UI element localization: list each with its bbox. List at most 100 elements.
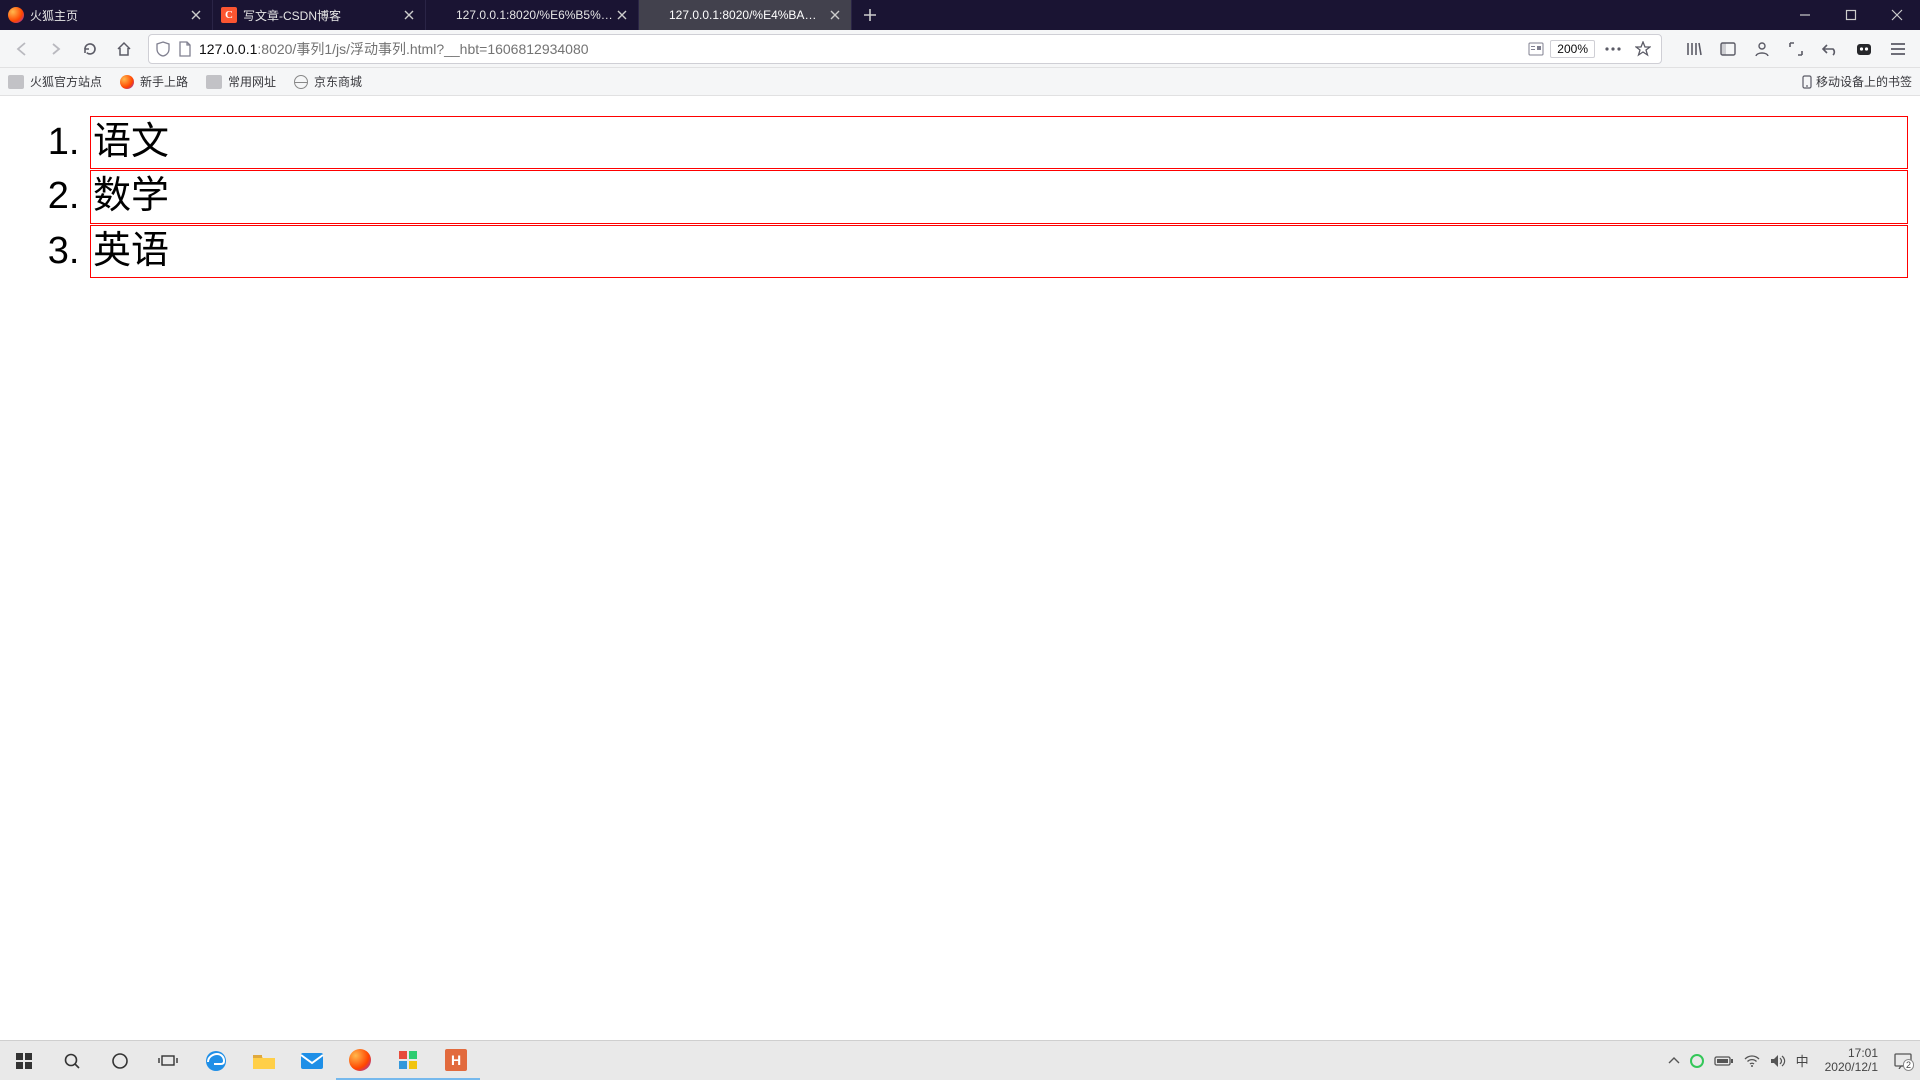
bookmark-label: 常用网址 (228, 73, 276, 90)
list-item-text: 英语 (93, 230, 169, 272)
tab-label: 127.0.0.1:8020/%E4%BA%8B%E5 (669, 8, 827, 22)
app-generic-1[interactable] (384, 1041, 432, 1080)
close-icon[interactable] (401, 7, 417, 23)
tab-local-2-active[interactable]: 127.0.0.1:8020/%E4%BA%8B%E5 (639, 0, 852, 30)
zoom-value: 200% (1557, 42, 1588, 56)
reader-icon[interactable] (1528, 42, 1544, 56)
tray-wifi-icon[interactable] (1744, 1055, 1760, 1067)
back-button[interactable] (6, 34, 38, 64)
folder-icon (206, 75, 222, 89)
mobile-bookmarks-label: 移动设备上的书签 (1816, 73, 1912, 90)
hbuilder-icon: H (445, 1049, 467, 1071)
url-path: :8020/事列1/js/浮动事列.html?__hbt=16068129340… (257, 41, 588, 57)
navigation-bar: 127.0.0.1:8020/事列1/js/浮动事列.html?__hbt=16… (0, 30, 1920, 68)
firefox-icon (8, 7, 24, 23)
tray-chevron-icon[interactable] (1668, 1057, 1680, 1065)
bookmarks-bar: 火狐官方站点 新手上路 常用网址 京东商城 移动设备上的书签 (0, 68, 1920, 96)
toolbar-right (1678, 34, 1914, 64)
tray-notifications-icon[interactable]: 2 (1894, 1053, 1912, 1069)
bookmark-label: 京东商城 (314, 73, 362, 90)
tab-csdn[interactable]: C 写文章-CSDN博客 (213, 0, 426, 30)
titlebar: 火狐主页 C 写文章-CSDN博客 127.0.0.1:8020/%E6%B5%… (0, 0, 1920, 30)
list-item-text: 数学 (93, 175, 169, 217)
reload-button[interactable] (74, 34, 106, 64)
firefox-icon (120, 75, 134, 89)
bookmark-label: 火狐官方站点 (30, 73, 102, 90)
hbuilder-app[interactable]: H (432, 1041, 480, 1080)
account-icon[interactable] (1746, 34, 1778, 64)
edge-app[interactable] (192, 1041, 240, 1080)
cortana-button[interactable] (96, 1041, 144, 1080)
tray-clock[interactable]: 17:01 2020/12/1 (1819, 1047, 1884, 1075)
extension-icon[interactable] (1848, 34, 1880, 64)
firefox-app[interactable] (336, 1041, 384, 1080)
library-icon[interactable] (1678, 34, 1710, 64)
url-host: 127.0.0.1 (199, 41, 257, 57)
tab-label: 火狐主页 (30, 7, 188, 24)
tab-label: 127.0.0.1:8020/%E6%B5%AE%E5 (456, 8, 614, 22)
minimize-button[interactable] (1782, 0, 1828, 30)
screenshot-icon[interactable] (1780, 34, 1812, 64)
bookmark-item-getting-started[interactable]: 新手上路 (120, 73, 188, 90)
mail-icon (300, 1049, 324, 1073)
close-window-button[interactable] (1874, 0, 1920, 30)
bookmark-label: 新手上路 (140, 73, 188, 90)
page-viewport: 语文 数学 英语 (0, 96, 1920, 1040)
notif-badge: 2 (1903, 1059, 1914, 1071)
task-view-button[interactable] (144, 1041, 192, 1080)
app-menu-icon[interactable] (1882, 34, 1914, 64)
clock-date: 2020/12/1 (1825, 1061, 1878, 1075)
new-tab-button[interactable] (852, 0, 888, 30)
system-tray: 中 17:01 2020/12/1 2 (1668, 1047, 1920, 1075)
tray-battery-icon[interactable] (1714, 1055, 1734, 1067)
forward-button[interactable] (40, 34, 72, 64)
undo-close-tab-icon[interactable] (1814, 34, 1846, 64)
home-button[interactable] (108, 34, 140, 64)
list-item: 语文 (90, 116, 1908, 169)
mobile-bookmarks[interactable]: 移动设备上的书签 (1802, 73, 1912, 90)
edge-icon (204, 1049, 228, 1073)
search-button[interactable] (48, 1041, 96, 1080)
clock-time: 17:01 (1825, 1047, 1878, 1061)
explorer-app[interactable] (240, 1041, 288, 1080)
url-text: 127.0.0.1:8020/事列1/js/浮动事列.html?__hbt=16… (199, 39, 1522, 59)
window-controls (1782, 0, 1920, 30)
shield-icon (155, 41, 171, 57)
folder-icon (252, 1049, 276, 1073)
bookmark-item-common[interactable]: 常用网址 (206, 73, 276, 90)
url-bar[interactable]: 127.0.0.1:8020/事列1/js/浮动事列.html?__hbt=16… (148, 34, 1662, 64)
ordered-list: 语文 数学 英语 (12, 116, 1908, 278)
close-icon[interactable] (827, 7, 843, 23)
firefox-icon (349, 1049, 371, 1071)
phone-icon (1802, 75, 1812, 89)
app-icon (396, 1048, 420, 1072)
list-item-text: 语文 (93, 121, 169, 163)
taskbar: H 中 17:01 2020/12/1 2 (0, 1040, 1920, 1080)
csdn-icon: C (221, 7, 237, 23)
bookmark-item-jd[interactable]: 京东商城 (294, 73, 362, 90)
page-actions-button[interactable] (1601, 34, 1625, 64)
tab-firefox-home[interactable]: 火狐主页 (0, 0, 213, 30)
tray-ime[interactable]: 中 (1796, 1051, 1809, 1070)
sidebar-icon[interactable] (1712, 34, 1744, 64)
tab-label: 写文章-CSDN博客 (243, 7, 401, 24)
page-icon (177, 41, 193, 57)
tray-volume-icon[interactable] (1770, 1054, 1786, 1068)
mail-app[interactable] (288, 1041, 336, 1080)
taskbar-left: H (0, 1041, 480, 1080)
start-button[interactable] (0, 1041, 48, 1080)
close-icon[interactable] (188, 7, 204, 23)
bookmark-item-official[interactable]: 火狐官方站点 (8, 73, 102, 90)
globe-icon (294, 75, 308, 89)
blank-icon (647, 7, 663, 23)
list-item: 数学 (90, 170, 1908, 223)
tab-strip: 火狐主页 C 写文章-CSDN博客 127.0.0.1:8020/%E6%B5%… (0, 0, 1782, 30)
close-icon[interactable] (614, 7, 630, 23)
blank-icon (434, 7, 450, 23)
list-item: 英语 (90, 225, 1908, 278)
maximize-button[interactable] (1828, 0, 1874, 30)
zoom-level-badge[interactable]: 200% (1550, 40, 1595, 58)
bookmark-star-icon[interactable] (1631, 34, 1655, 64)
tray-sync-icon[interactable] (1690, 1054, 1704, 1068)
tab-local-1[interactable]: 127.0.0.1:8020/%E6%B5%AE%E5 (426, 0, 639, 30)
